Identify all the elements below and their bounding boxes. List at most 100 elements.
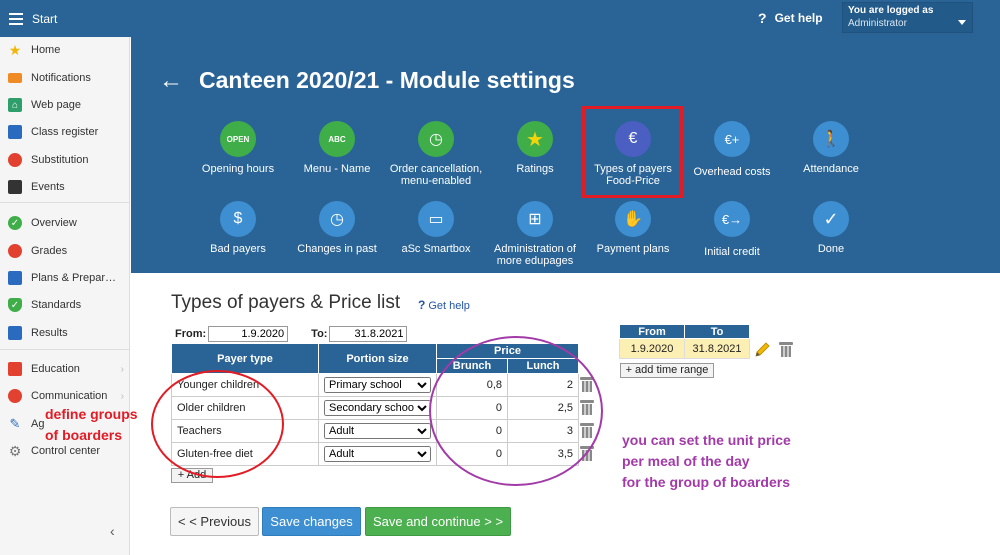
open-sign-icon: OPEN (220, 121, 256, 157)
tile-opening-hours[interactable]: OPEN Opening hours (188, 121, 288, 175)
lunch-price[interactable]: 2 (507, 373, 579, 397)
save-and-continue-button[interactable]: Save and continue > > (365, 507, 511, 536)
user-dropdown[interactable]: You are logged as Administrator (842, 2, 973, 33)
get-help-label: Get help (774, 11, 823, 25)
previous-button[interactable]: < < Previous (170, 507, 259, 536)
tile-payment-plans[interactable]: ✋ Payment plans (583, 201, 683, 255)
collapse-sidebar-icon[interactable]: ‹ (110, 523, 115, 539)
sidebar-item-web-page[interactable]: ⌂ Web page (0, 94, 130, 116)
brunch-price[interactable]: 0 (436, 442, 508, 466)
section-title: Types of payers & Price list (171, 292, 401, 313)
payer-name: Teachers (171, 419, 319, 443)
lunch-price[interactable]: 3,5 (507, 442, 579, 466)
sidebar: ★ Home Notifications ⌂ Web page Class regi… (0, 37, 130, 555)
sidebar-item-home[interactable]: ★ Home (0, 39, 130, 61)
col-payer-type: Payer type (171, 343, 319, 374)
payer-price-table: Payer type Portion size Price Brunch Lun… (171, 343, 579, 466)
sidebar-item-substitution[interactable]: Substitution (0, 149, 130, 171)
sidebar-item-overview[interactable]: ✓ Overview (0, 212, 130, 234)
house-icon: ⌂ (8, 98, 22, 112)
walking-person-icon: 🚶 (813, 121, 849, 157)
sidebar-item-results[interactable]: Results (0, 322, 130, 344)
trash-icon[interactable] (779, 342, 793, 357)
add-payer-button[interactable]: + Add (171, 468, 213, 483)
time-range-table: From To 1.9.2020 31.8.2021 (619, 324, 750, 359)
clock-icon: ◷ (418, 121, 454, 157)
top-bar: Start ? Get help You are logged as Admin… (0, 0, 1000, 37)
payer-name: Older children (171, 396, 319, 420)
book-icon (8, 362, 22, 376)
tile-changes-in-past[interactable]: ◷ Changes in past (287, 201, 387, 255)
tile-initial-credit[interactable]: €→ Initial credit (682, 201, 782, 258)
table-row: Older children Secondary school 0 2,5 (171, 396, 579, 420)
register-icon (8, 125, 22, 139)
grades-icon (8, 244, 22, 258)
sidebar-divider (0, 349, 130, 350)
payer-name: Gluten-free diet (171, 442, 319, 466)
portion-select[interactable]: Adult (324, 423, 431, 439)
portion-select[interactable]: Secondary school (324, 400, 431, 416)
tile-done[interactable]: ✓ Done (781, 201, 881, 255)
tile-attendance[interactable]: 🚶 Attendance (781, 121, 881, 175)
col-brunch: Brunch (436, 358, 508, 374)
bar-chart-icon (8, 326, 22, 340)
col-portion-size: Portion size (318, 343, 437, 374)
sidebar-item-standards[interactable]: ✓ Standards (0, 294, 130, 316)
portion-select[interactable]: Primary school (324, 377, 431, 393)
page-title: Canteen 2020/21 - Module settings (199, 67, 575, 93)
sidebar-item-class-register[interactable]: Class register (0, 121, 130, 143)
table-row: Gluten-free diet Adult 0 3,5 (171, 442, 579, 466)
tile-administration-edupages[interactable]: ⊞ Administration of more edupages (485, 201, 585, 267)
to-label: To: (311, 328, 328, 340)
tile-overhead-costs[interactable]: €+ Overhead costs (682, 121, 782, 178)
back-arrow-icon[interactable]: ← (159, 68, 183, 93)
tile-ratings[interactable]: ★ Ratings (485, 121, 585, 175)
tile-order-cancellation[interactable]: ◷ Order cancellation, menu-enabled (386, 121, 486, 187)
gear-icon: ⚙ (8, 442, 22, 459)
euro-plus-icon: €+ (714, 121, 750, 157)
add-time-range-button[interactable]: + add time range (620, 363, 714, 378)
range-to-value: 31.8.2021 (684, 338, 750, 359)
tile-asc-smartbox[interactable]: ▭ aSc Smartbox (386, 201, 486, 255)
sidebar-item-grades[interactable]: Grades (0, 240, 130, 262)
lunch-price[interactable]: 2,5 (507, 396, 579, 420)
sidebar-divider (0, 202, 130, 203)
annotation-of-boarders: of boarders (45, 427, 123, 443)
lunch-price[interactable]: 3 (507, 419, 579, 443)
trash-icon[interactable] (580, 377, 594, 392)
sidebar-item-plans[interactable]: Plans & Prepar… (0, 267, 130, 289)
tile-bad-payers[interactable]: $ Bad payers (188, 201, 288, 255)
hamburger-menu-icon[interactable] (9, 12, 23, 25)
tile-menu-name[interactable]: ABC Menu - Name (287, 121, 387, 175)
section-get-help-link[interactable]: ? Get help (418, 298, 470, 312)
start-label[interactable]: Start (32, 12, 57, 26)
sidebar-item-education[interactable]: Education › (0, 358, 130, 380)
question-icon: ? (758, 10, 767, 26)
save-changes-button[interactable]: Save changes (262, 507, 361, 536)
pencil-icon[interactable] (753, 341, 771, 359)
col-lunch: Lunch (507, 358, 579, 374)
get-help-button[interactable]: ? Get help (758, 10, 823, 26)
highlight-box (582, 106, 683, 198)
user-line2: Administrator (848, 18, 907, 29)
from-date-input[interactable] (208, 326, 289, 342)
from-label: From: (175, 328, 207, 340)
payer-name: Younger children (171, 373, 319, 397)
portion-select[interactable]: Adult (324, 446, 431, 462)
annotation-unit-price: you can set the unit price per meal of t… (622, 432, 791, 490)
to-date-input[interactable] (329, 326, 408, 342)
trash-icon[interactable] (580, 423, 594, 438)
trash-icon[interactable] (580, 446, 594, 461)
sidebar-item-notifications[interactable]: Notifications (0, 67, 130, 89)
table-row[interactable]: 1.9.2020 31.8.2021 (619, 338, 750, 359)
abc-123-icon: ABC (319, 121, 355, 157)
user-line1: You are logged as (848, 5, 934, 16)
brunch-price[interactable]: 0 (436, 396, 508, 420)
brunch-price[interactable]: 0 (436, 419, 508, 443)
chevron-right-icon: › (120, 363, 124, 375)
brunch-price[interactable]: 0,8 (436, 373, 508, 397)
trash-icon[interactable] (580, 400, 594, 415)
sidebar-item-events[interactable]: Events (0, 176, 130, 198)
date-range-row: From: To: (175, 326, 408, 342)
col-range-from: From (619, 324, 685, 339)
